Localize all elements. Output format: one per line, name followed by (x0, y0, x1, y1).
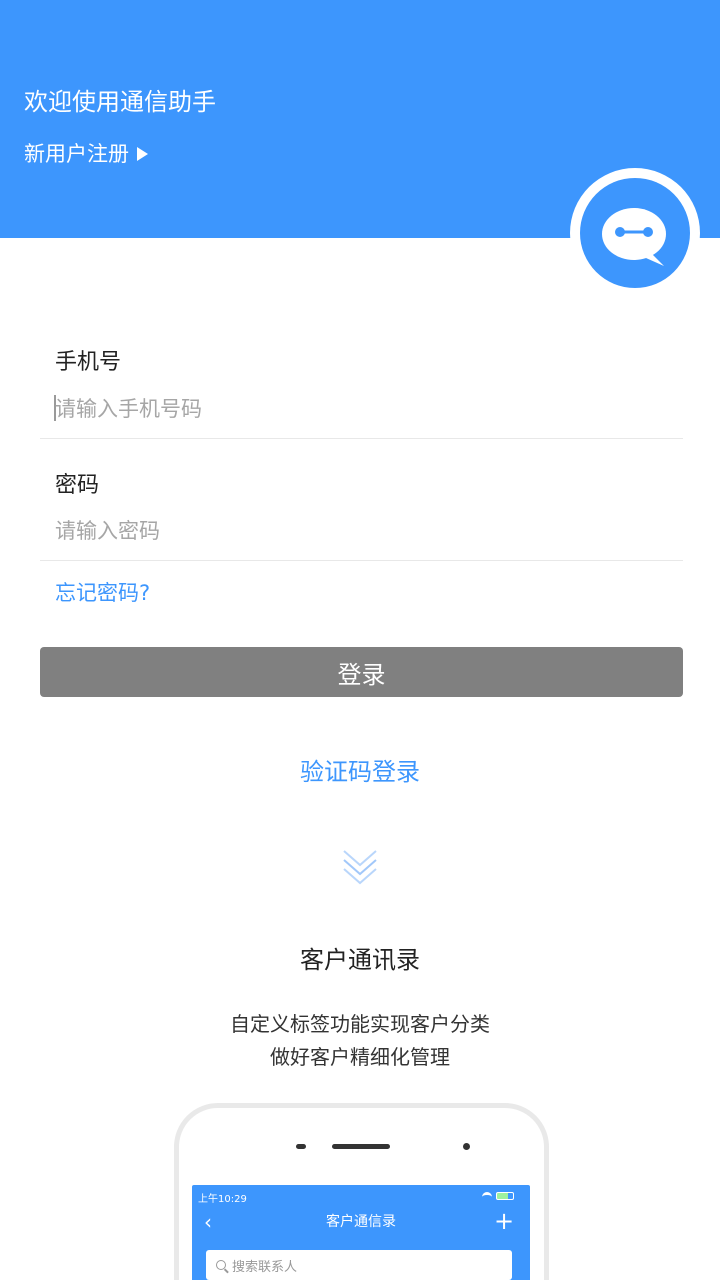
double-chevron-down-icon (338, 845, 382, 889)
forgot-password-link[interactable]: 忘记密码? (55, 578, 150, 608)
divider (40, 560, 683, 561)
register-label: 新用户注册 (24, 142, 129, 166)
phone-label: 手机号 (55, 350, 122, 375)
status-time: 上午10:29 (198, 1194, 247, 1205)
phone-sensor (296, 1144, 306, 1149)
phone-camera (463, 1143, 470, 1150)
phone-search-box: 搜索联系人 (206, 1250, 512, 1280)
sms-login-link[interactable]: 验证码登录 (0, 755, 720, 789)
register-link[interactable]: 新用户注册 (24, 140, 148, 168)
phone-speaker (332, 1144, 390, 1149)
divider (40, 438, 683, 439)
status-icons (482, 1192, 514, 1200)
search-icon (216, 1260, 226, 1270)
wifi-icon (482, 1192, 492, 1200)
phone-search-placeholder: 搜索联系人 (232, 1259, 298, 1275)
feature-description-line: 自定义标签功能实现客户分类 (230, 1012, 490, 1036)
password-label: 密码 (55, 473, 100, 498)
battery-icon (496, 1192, 514, 1200)
login-button[interactable]: 登录 (40, 647, 683, 697)
welcome-title: 欢迎使用通信助手 (24, 88, 216, 116)
triangle-right-icon (137, 147, 148, 161)
plus-icon: + (494, 1207, 515, 1235)
password-input[interactable] (55, 514, 655, 548)
phone-input[interactable] (55, 392, 655, 426)
phone-nav-title: 客户通信录 (326, 1214, 396, 1230)
robot-avatar-icon (580, 178, 690, 288)
feature-title: 客户通讯录 (300, 946, 420, 974)
feature-description-line: 做好客户精细化管理 (270, 1045, 450, 1069)
